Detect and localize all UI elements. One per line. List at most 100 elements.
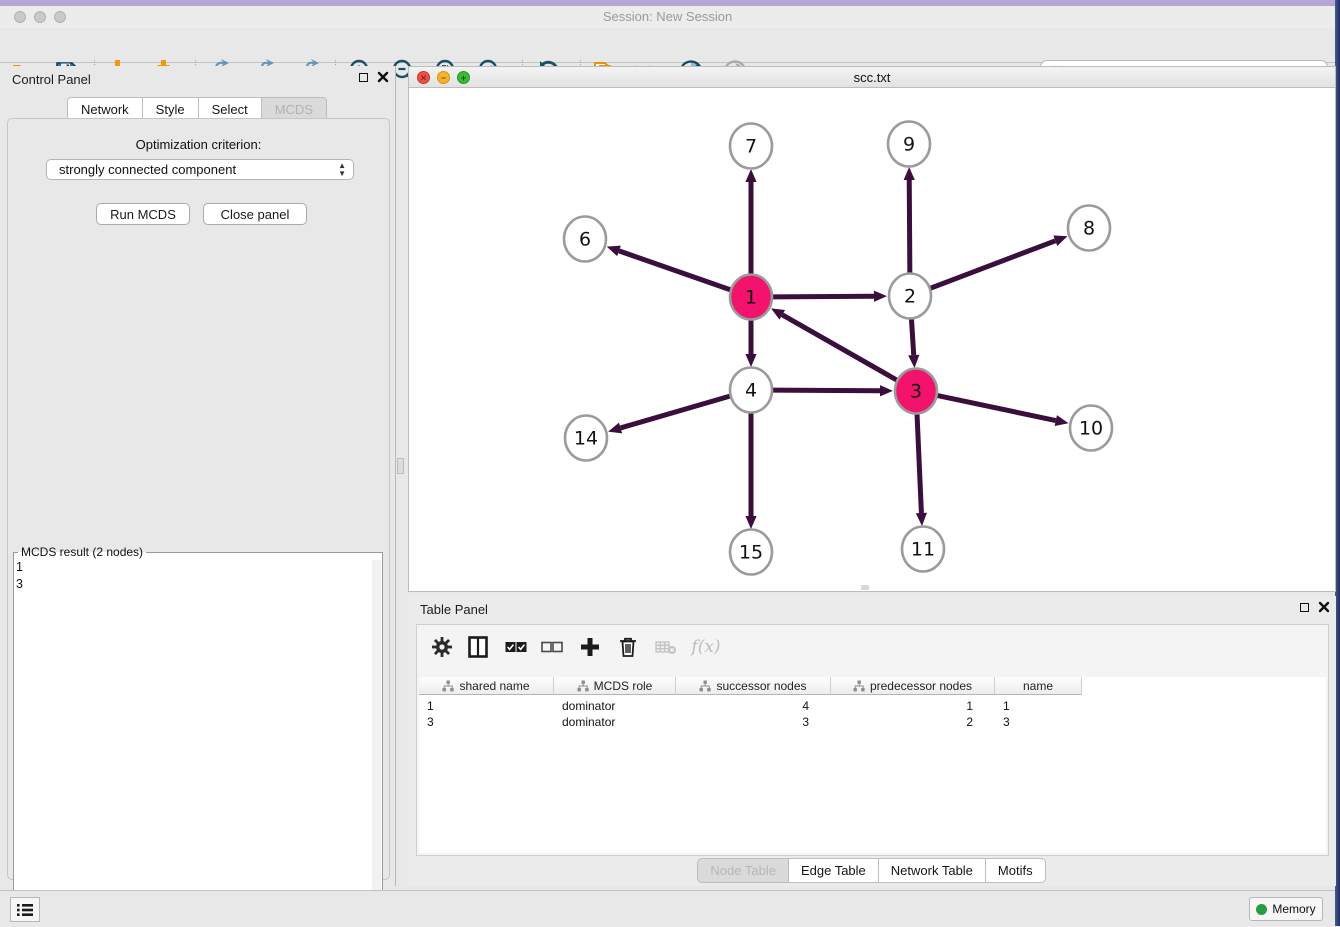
table-cell[interactable]: 1 bbox=[419, 699, 554, 713]
graph-node-9[interactable]: 9 bbox=[888, 122, 930, 167]
table-cell[interactable]: 3 bbox=[995, 715, 1082, 729]
optimization-criterion-label: Optimization criterion: bbox=[8, 137, 389, 152]
node-label: 3 bbox=[910, 381, 922, 403]
table-cell[interactable]: 2 bbox=[831, 715, 995, 729]
network-canvas[interactable]: 7 9 6 8 1 2 4 3 14 10 15 11 bbox=[408, 88, 1336, 592]
hierarchy-column-icon bbox=[853, 680, 865, 692]
column-label: successor nodes bbox=[716, 679, 806, 693]
table-cell[interactable]: dominator bbox=[554, 715, 676, 729]
close-panel-button[interactable]: Close panel bbox=[203, 203, 307, 225]
node-label: 15 bbox=[739, 542, 763, 564]
node-label: 2 bbox=[904, 286, 916, 308]
deselect-all-icon[interactable] bbox=[539, 634, 565, 660]
result-scrollbar[interactable] bbox=[372, 560, 381, 912]
node-label: 7 bbox=[745, 136, 757, 158]
edge-arrowhead bbox=[608, 423, 622, 434]
graph-node-1[interactable]: 1 bbox=[730, 275, 772, 320]
graph-node-2[interactable]: 2 bbox=[889, 274, 931, 319]
column-header-predecessor-nodes[interactable]: predecessor nodes bbox=[831, 677, 995, 695]
tab-network-table[interactable]: Network Table bbox=[878, 858, 986, 883]
edge-4-3[interactable] bbox=[773, 390, 880, 391]
optimization-criterion-dropdown[interactable]: strongly connected component ▲▼ bbox=[46, 159, 354, 180]
mcds-result-lines[interactable]: 13 bbox=[16, 559, 23, 593]
splitter-handle[interactable] bbox=[397, 458, 404, 474]
table-cell[interactable]: 1 bbox=[995, 699, 1082, 713]
control-panel: Control Panel NetworkStyleSelectMCDS Opt… bbox=[0, 66, 396, 886]
graph-node-10[interactable]: 10 bbox=[1070, 406, 1112, 451]
graph-node-11[interactable]: 11 bbox=[902, 527, 944, 572]
column-header-MCDS-role[interactable]: MCDS role bbox=[554, 677, 676, 695]
mcds-result-line: 1 bbox=[16, 559, 23, 576]
tab-node-table[interactable]: Node Table bbox=[697, 858, 789, 883]
edge-3-11[interactable] bbox=[917, 413, 921, 513]
column-visibility-icon[interactable] bbox=[465, 634, 491, 660]
table-cell[interactable]: 3 bbox=[676, 715, 831, 729]
column-header-shared-name[interactable]: shared name bbox=[419, 677, 554, 695]
edge-3-10[interactable] bbox=[938, 396, 1056, 421]
table-cell[interactable]: dominator bbox=[554, 699, 676, 713]
column-header-name[interactable]: name bbox=[995, 677, 1082, 695]
settings-gear-icon[interactable] bbox=[429, 634, 455, 660]
delete-table-icon[interactable] bbox=[653, 634, 679, 660]
edge-3-1[interactable] bbox=[782, 315, 897, 380]
edge-arrowhead bbox=[874, 291, 887, 302]
edge-1-2[interactable] bbox=[773, 296, 874, 297]
edge-4-14[interactable] bbox=[621, 396, 730, 428]
column-header-successor-nodes[interactable]: successor nodes bbox=[676, 677, 831, 695]
float-panel-icon[interactable] bbox=[359, 73, 368, 82]
memory-label: Memory bbox=[1272, 902, 1315, 916]
graph-node-4[interactable]: 4 bbox=[730, 368, 772, 413]
hierarchy-column-icon bbox=[699, 680, 711, 692]
graph-node-3[interactable]: 3 bbox=[895, 369, 937, 414]
close-table-panel-icon[interactable] bbox=[1318, 601, 1330, 613]
mcds-result-line: 3 bbox=[16, 576, 23, 593]
graph-node-7[interactable]: 7 bbox=[730, 124, 772, 169]
tab-edge-table[interactable]: Edge Table bbox=[788, 858, 879, 883]
table-panel: Table Panel bbox=[408, 596, 1336, 886]
task-history-button[interactable] bbox=[10, 897, 40, 922]
hierarchy-column-icon bbox=[442, 680, 454, 692]
edge-1-6[interactable] bbox=[619, 251, 730, 290]
function-builder-icon[interactable]: f(x) bbox=[689, 634, 723, 660]
memory-button[interactable]: Memory bbox=[1249, 897, 1323, 921]
column-label: predecessor nodes bbox=[870, 679, 972, 693]
table-panel-header: Table Panel bbox=[408, 596, 1336, 622]
hierarchy-column-icon bbox=[577, 680, 589, 692]
run-mcds-button[interactable]: Run MCDS bbox=[96, 203, 190, 225]
table-cell[interactable]: 3 bbox=[419, 715, 554, 729]
close-panel-icon[interactable] bbox=[377, 71, 389, 83]
edge-2-9[interactable] bbox=[909, 180, 910, 274]
mcds-result-title: MCDS result (2 nodes) bbox=[18, 545, 146, 559]
dropdown-value: strongly connected component bbox=[59, 162, 236, 177]
float-table-panel-icon[interactable] bbox=[1300, 603, 1309, 612]
delete-row-icon[interactable] bbox=[615, 634, 641, 660]
table-cell[interactable]: 1 bbox=[831, 699, 995, 713]
node-label: 14 bbox=[574, 428, 598, 450]
graph-node-8[interactable]: 8 bbox=[1068, 206, 1110, 251]
table-cell[interactable]: 4 bbox=[676, 699, 831, 713]
node-label: 11 bbox=[911, 539, 935, 561]
edge-arrowhead bbox=[607, 246, 621, 257]
column-label: MCDS role bbox=[594, 679, 653, 693]
network-window-titlebar[interactable]: ✕ − + scc.txt bbox=[408, 66, 1336, 88]
network-graph[interactable]: 7 9 6 8 1 2 4 3 14 10 15 11 bbox=[409, 88, 1335, 590]
select-all-icon[interactable] bbox=[503, 634, 529, 660]
mcds-panel: Optimization criterion: strongly connect… bbox=[7, 118, 390, 880]
mcds-result-box: MCDS result (2 nodes) 13 bbox=[13, 545, 383, 925]
node-label: 9 bbox=[903, 134, 915, 156]
edge-arrowhead bbox=[904, 167, 915, 180]
node-label: 8 bbox=[1083, 218, 1095, 240]
control-panel-title: Control Panel bbox=[12, 72, 91, 87]
edge-arrowhead bbox=[745, 169, 756, 182]
edge-2-8[interactable] bbox=[931, 241, 1056, 288]
dropdown-stepper-icon: ▲▼ bbox=[338, 162, 346, 178]
table-toolbar: f(x) bbox=[417, 625, 1328, 669]
network-window: ✕ − + scc.txt 7 9 6 8 1 2 4 3 14 10 15 11 bbox=[408, 66, 1336, 592]
edge-2-3[interactable] bbox=[911, 318, 913, 355]
table-panel-title: Table Panel bbox=[420, 602, 488, 617]
graph-node-6[interactable]: 6 bbox=[564, 217, 606, 262]
tab-motifs[interactable]: Motifs bbox=[985, 858, 1046, 883]
graph-node-14[interactable]: 14 bbox=[565, 416, 607, 461]
add-row-icon[interactable] bbox=[577, 634, 603, 660]
graph-node-15[interactable]: 15 bbox=[730, 530, 772, 575]
